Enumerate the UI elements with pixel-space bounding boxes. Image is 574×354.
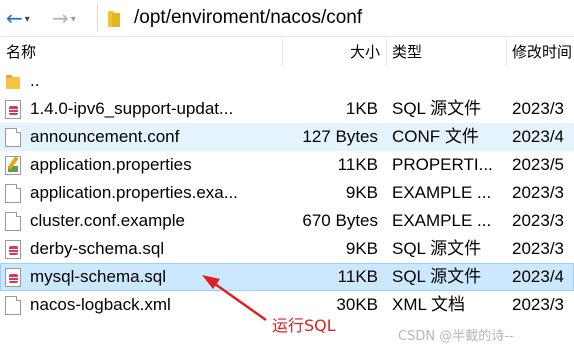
column-divider[interactable] xyxy=(282,38,283,66)
file-name: mysql-schema.sql xyxy=(30,267,167,286)
sql-file-icon xyxy=(5,100,21,119)
back-arrow-icon: ← xyxy=(6,6,23,30)
file-row[interactable]: derby-schema.sql 9KB SQL 源文件 2023/3 xyxy=(0,235,574,263)
properties-file-icon xyxy=(5,156,21,175)
file-modified: 2023/3 xyxy=(512,99,564,118)
forward-arrow-icon: → xyxy=(52,6,69,30)
document-icon xyxy=(5,212,21,231)
file-name: announcement.conf xyxy=(30,127,180,146)
file-row[interactable]: application.properties 11KB PROPERTI... … xyxy=(0,151,574,179)
column-header-size[interactable]: 大小 xyxy=(310,38,380,66)
file-row[interactable]: announcement.conf 127 Bytes CONF 文件 2023… xyxy=(0,123,574,151)
sql-file-icon xyxy=(5,268,21,287)
file-size: 9KB xyxy=(345,239,378,258)
file-name: 1.4.0-ipv6_support-updat... xyxy=(30,99,234,118)
file-modified: 2023/4 xyxy=(512,267,564,286)
folder-icon xyxy=(108,9,122,27)
document-icon xyxy=(5,184,21,203)
chevron-down-icon[interactable]: ▾ xyxy=(71,14,76,25)
column-header: 名称 大小 类型 修改时间 xyxy=(0,38,574,66)
column-header-modified[interactable]: 修改时间 xyxy=(512,38,572,66)
chevron-down-icon[interactable]: ▾ xyxy=(25,14,30,25)
document-icon xyxy=(5,296,21,315)
column-header-type[interactable]: 类型 xyxy=(392,38,422,66)
address-bar[interactable]: /opt/enviroment/nacos/conf xyxy=(97,4,574,32)
file-modified: 2023/3 xyxy=(512,295,564,314)
file-modified: 2023/3 xyxy=(512,183,564,202)
file-size: 11KB xyxy=(337,155,378,174)
back-button[interactable]: ← ▾ xyxy=(6,6,30,30)
file-row[interactable]: cluster.conf.example 670 Bytes EXAMPLE .… xyxy=(0,207,574,235)
file-modified: 2023/5 xyxy=(512,155,564,174)
file-name: .. xyxy=(30,71,40,90)
file-type: EXAMPLE ... xyxy=(392,211,492,230)
file-type: SQL 源文件 xyxy=(392,267,482,286)
folder-icon xyxy=(5,72,21,91)
file-size: 127 Bytes xyxy=(302,127,378,146)
watermark: CSDN @半截的诗-- xyxy=(398,329,514,344)
file-size: 11KB xyxy=(337,267,378,286)
file-modified: 2023/3 xyxy=(512,239,564,258)
file-name: application.properties.exa... xyxy=(30,183,238,202)
forward-button[interactable]: → ▾ xyxy=(52,6,76,30)
file-type: CONF 文件 xyxy=(392,127,479,146)
annotation-label: 运行SQL xyxy=(272,316,336,335)
file-size: 1KB xyxy=(345,99,378,118)
file-type: SQL 源文件 xyxy=(392,239,482,258)
document-icon xyxy=(5,128,21,147)
sql-file-icon xyxy=(5,240,21,259)
file-type: XML 文档 xyxy=(392,295,466,314)
file-type: PROPERTI... xyxy=(392,155,493,174)
file-size: 9KB xyxy=(345,183,378,202)
file-name: application.properties xyxy=(30,155,192,174)
file-row-selected[interactable]: mysql-schema.sql 11KB SQL 源文件 2023/4 xyxy=(0,263,574,291)
column-header-name[interactable]: 名称 xyxy=(6,38,36,66)
file-modified: 2023/4 xyxy=(512,127,564,146)
file-row[interactable]: 1.4.0-ipv6_support-updat... 1KB SQL 源文件 … xyxy=(0,95,574,123)
file-type: SQL 源文件 xyxy=(392,99,482,118)
file-name: cluster.conf.example xyxy=(30,211,185,230)
file-name: derby-schema.sql xyxy=(30,239,165,258)
file-row[interactable]: application.properties.exa... 9KB EXAMPL… xyxy=(0,179,574,207)
file-row-parent[interactable]: .. xyxy=(0,67,574,95)
column-divider[interactable] xyxy=(506,38,507,66)
file-name: nacos-logback.xml xyxy=(30,295,171,314)
file-modified: 2023/3 xyxy=(512,211,564,230)
path-text[interactable]: /opt/enviroment/nacos/conf xyxy=(134,7,362,29)
file-type: EXAMPLE ... xyxy=(392,183,492,202)
column-divider[interactable] xyxy=(386,38,387,66)
file-size: 670 Bytes xyxy=(302,211,378,230)
explorer-toolbar: ← ▾ → ▾ /opt/enviroment/nacos/conf xyxy=(0,0,574,37)
